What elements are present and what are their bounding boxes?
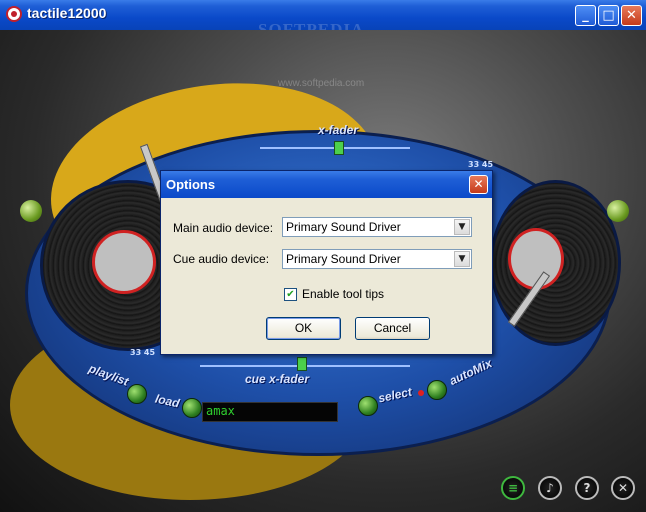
track-display-text: amax [206,404,235,418]
cue-audio-select[interactable]: Primary Sound Driver ▼ [282,249,472,269]
chevron-down-icon[interactable]: ▼ [454,219,470,235]
track-display: amax [202,402,338,422]
chevron-down-icon[interactable]: ▼ [454,251,470,267]
select-button[interactable] [358,396,378,416]
tooltips-checkbox[interactable]: ✔ [284,288,297,301]
right-pitch-knob[interactable] [607,200,629,222]
main-audio-label: Main audio device: [173,221,274,235]
maximize-button[interactable]: □ [598,5,619,26]
xfader-knob[interactable] [334,141,344,155]
automix-button[interactable] [427,380,447,400]
main-audio-value: Primary Sound Driver [286,220,401,234]
app-icon[interactable] [6,6,22,22]
dialog-title-bar[interactable]: Options ✕ [161,171,492,198]
help-icon[interactable]: ? [575,476,599,500]
window-title: tactile12000 [27,5,107,21]
app-window: tactile12000 SOFTPEDIA _ □ ✕ www.softped… [0,0,646,512]
left-pitch-knob[interactable] [20,200,42,222]
close-button[interactable]: ✕ [621,5,642,26]
cue-xfader-knob[interactable] [297,357,307,371]
cancel-button[interactable]: Cancel [355,317,430,340]
music-note-icon[interactable]: ♪ [538,476,562,500]
load-button[interactable] [182,398,202,418]
tooltips-label[interactable]: Enable tool tips [302,287,384,301]
playlist-button[interactable] [127,384,147,404]
main-audio-select[interactable]: Primary Sound Driver ▼ [282,217,472,237]
dialog-title: Options [166,177,216,192]
cue-xfader-label: cue x-fader [245,372,310,386]
options-dialog: Options ✕ Main audio device: Primary Sou… [160,170,493,355]
cue-audio-label: Cue audio device: [173,252,270,266]
dialog-close-button[interactable]: ✕ [469,175,488,194]
right-rpm-label: 33 45 [468,160,494,169]
cue-audio-value: Primary Sound Driver [286,252,401,266]
playlist-icon[interactable]: ≡ [501,476,525,500]
status-led [418,390,424,396]
minimize-button[interactable]: _ [575,5,596,26]
xfader-label: x-fader [318,123,359,137]
left-rpm-label: 33 45 [130,348,156,357]
exit-icon[interactable]: ✕ [611,476,635,500]
title-bar[interactable]: tactile12000 SOFTPEDIA _ □ ✕ [0,0,646,39]
ok-button[interactable]: OK [266,317,341,340]
softpedia-url: www.softpedia.com [278,78,365,89]
left-record-label [92,230,156,294]
